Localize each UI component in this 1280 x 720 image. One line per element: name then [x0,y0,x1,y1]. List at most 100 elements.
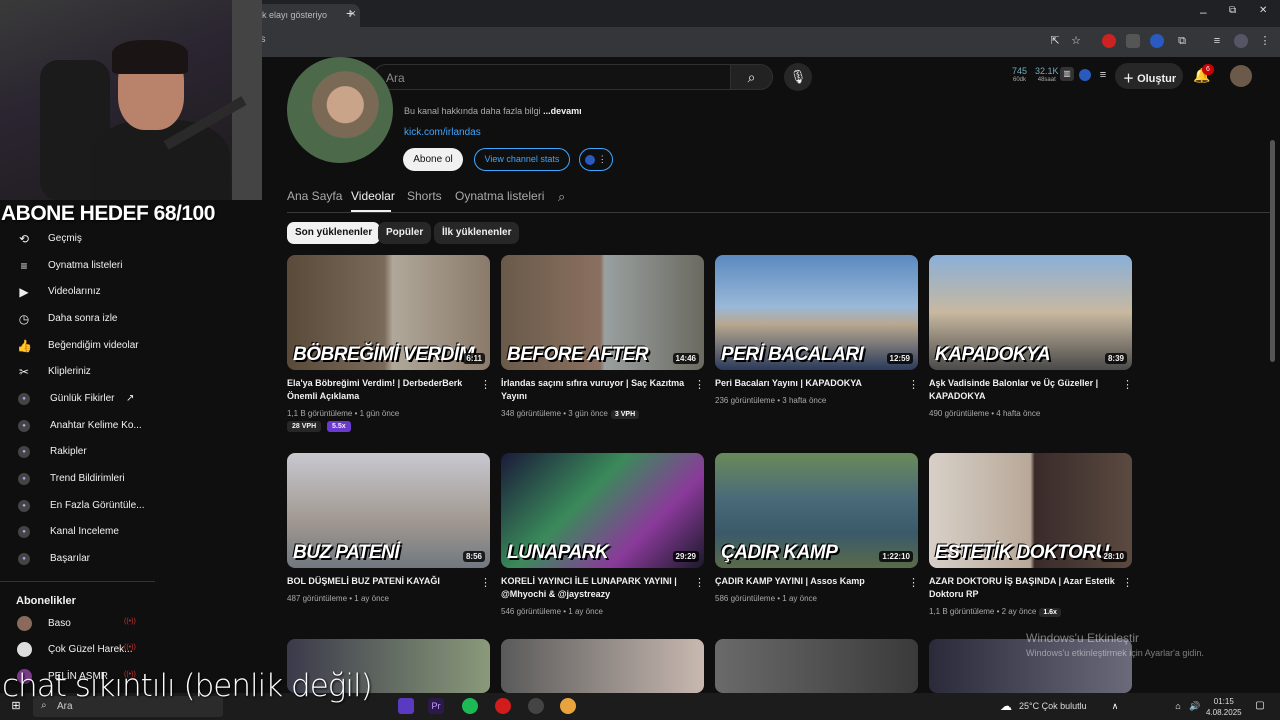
tab-playlists[interactable]: Oynatma listeleri [455,189,544,203]
video-thumbnail[interactable]: BUZ PATENİ 8:56 [287,453,490,568]
network-icon[interactable]: ⌂ [1170,698,1186,714]
vidiq-menu-button[interactable]: ⋮ [579,148,613,171]
video-menu-icon[interactable]: ⋮ [908,576,919,589]
video-title[interactable]: ÇADIR KAMP YAYINI | Assos Kamp [715,575,903,588]
sidebar-tool-competitors[interactable]: ● Rakipler [0,439,240,465]
subscription-item[interactable]: Çok Güzel Harek... ((•)) [0,637,240,663]
channel-link[interactable]: kick.com/irlandas [404,127,481,138]
video-menu-icon[interactable]: ⋮ [480,378,491,391]
page-scrollbar[interactable] [1270,140,1275,362]
video-menu-icon[interactable]: ⋮ [694,378,705,391]
extensions-puzzle-icon[interactable]: ⧉ [1175,34,1189,48]
sidebar-item-label: Geçmiş [48,233,82,244]
tab-home[interactable]: Ana Sayfa [287,189,342,203]
video-title[interactable]: AZAR DOKTORU İŞ BAŞINDA | Azar Estetik D… [929,575,1117,601]
sidebar-item-liked-videos[interactable]: 👍 Beğendiğim videolar [0,333,240,359]
sidebar-item-your-videos[interactable]: ▶ Videolarınız [0,279,240,305]
subscription-item[interactable]: Baso ((•)) [0,611,240,637]
app-icon[interactable] [398,698,414,714]
extension-opera-icon[interactable] [1102,34,1116,48]
user-avatar[interactable] [1230,65,1252,87]
video-title[interactable]: Aşk Vadisinde Balonlar ve Üç Güzeller | … [929,377,1117,403]
history-icon: ⟲ [18,232,30,246]
video-thumbnail[interactable] [501,639,704,693]
video-thumbnail[interactable]: PERİ BACALARI 12:59 [715,255,918,370]
taskbar-clock[interactable]: 01:15 4.08.2025 [1206,696,1242,718]
channel-search-icon[interactable]: ⌕ [558,189,565,205]
video-views-age: 546 görüntüleme • 1 ay önce [501,607,603,616]
about-more-link[interactable]: ...devamı [543,106,582,116]
weather-text[interactable]: 25°C Çok bulutlu [1019,701,1087,711]
tray-chevron-icon[interactable]: ∧ [1107,698,1123,714]
chrome-icon[interactable] [560,698,576,714]
opera-icon[interactable] [495,698,511,714]
browser-menu-icon[interactable]: ⋮ [1258,34,1272,48]
chart-icon[interactable]: ▥ [1060,67,1074,81]
bookmark-star-icon[interactable]: ☆ [1069,34,1083,48]
vidiq-icon[interactable] [1079,69,1091,81]
video-title[interactable]: İrlandas saçını sıfıra vuruyor | Saç Kaz… [501,377,689,403]
stat-label: 60dk [1013,77,1027,83]
video-views-age: 487 görüntüleme • 1 ay önce [287,594,389,603]
video-menu-icon[interactable]: ⋮ [1122,378,1133,391]
reading-list-icon[interactable]: ≡ [1210,34,1224,48]
sidebar-tool-most-viewed[interactable]: ● En Fazla Görüntüle... [0,493,240,519]
sidebar-item-watch-later[interactable]: ◷ Daha sonra izle [0,306,240,332]
video-thumbnail[interactable]: LUNAPARK 29:29 [501,453,704,568]
video-duration: 6:11 [463,353,485,364]
chip-popular[interactable]: Popüler [378,222,432,244]
video-title[interactable]: BOL DÜŞMELİ BUZ PATENİ KAYAĞI [287,575,475,588]
chip-oldest[interactable]: İlk yüklenenler [434,222,520,244]
extension-shield-icon[interactable] [1126,34,1140,48]
search-input[interactable]: Ara [373,64,731,90]
search-button[interactable]: ⌕ [730,64,773,90]
streamer-body [90,120,230,200]
video-thumbnail[interactable]: ESTETİK DOKTORU 28:10 [929,453,1132,568]
sidebar-tool-keywords[interactable]: ● Anahtar Kelime Ko... [0,413,240,439]
video-menu-icon[interactable]: ⋮ [480,576,491,589]
thumbnail-text: KAPADOKYA [935,344,1051,365]
video-title[interactable]: KORELİ YAYINCI İLE LUNAPARK YAYINI | @Mh… [501,575,689,601]
minimize-button[interactable]: – [1200,5,1207,19]
video-thumbnail[interactable]: BEFORE AFTER 14:46 [501,255,704,370]
channel-avatar[interactable] [287,57,393,163]
subscribe-button[interactable]: Abone ol [403,148,463,171]
voice-search-button[interactable]: 🎙 [784,63,812,91]
video-menu-icon[interactable]: ⋮ [908,378,919,391]
create-button[interactable]: ＋ Oluştur [1115,63,1183,89]
outlier-score-badge: 5.5x [327,421,351,432]
restore-button[interactable]: ⧉ [1229,5,1236,16]
video-title[interactable]: Ela'ya Böbreğimi Verdim! | DerbederBerk … [287,377,475,403]
video-thumbnail[interactable]: BÖBREĞİMİ VERDİM 6:11 [287,255,490,370]
premiere-pro-icon[interactable]: Pr [428,698,444,714]
video-title[interactable]: Peri Bacaları Yayını | KAPADOKYA [715,377,903,390]
chip-latest[interactable]: Son yüklenenler [287,222,381,244]
profile-icon[interactable] [1234,34,1248,48]
sidebar-item-clips[interactable]: ✂ Klipleriniz [0,359,240,385]
sidebar-tool-trend-alerts[interactable]: ● Trend Bildirimleri [0,466,240,492]
video-menu-icon[interactable]: ⋮ [694,576,705,589]
volume-icon[interactable]: 🔊 [1187,698,1203,714]
video-menu-icon[interactable]: ⋮ [1122,576,1133,589]
video-thumbnail[interactable]: ÇADIR KAMP 1:22:10 [715,453,918,568]
notification-center-icon[interactable]: ▢ [1252,698,1268,714]
sidebar-item-history[interactable]: ⟲ Geçmiş [0,226,240,252]
extension-vidiq-icon[interactable] [1150,34,1164,48]
video-thumbnail[interactable] [715,639,918,693]
sidebar-tool-channel-audit[interactable]: ● Kanal Inceleme [0,519,240,545]
tab-videos[interactable]: Videolar [351,189,395,203]
video-thumbnail[interactable]: KAPADOKYA 8:39 [929,255,1132,370]
menu-icon[interactable]: ≡ [1096,68,1110,82]
sidebar-item-playlists[interactable]: ≡ Oynatma listeleri [0,253,240,279]
more-vert-icon: ⋮ [597,154,607,164]
spotify-icon[interactable] [462,698,478,714]
channel-about[interactable]: Bu kanal hakkında daha fazla bilgi ...de… [404,106,582,116]
install-app-icon[interactable]: ⇱ [1048,34,1062,48]
new-tab-button[interactable]: + [346,5,354,21]
obs-icon[interactable] [528,698,544,714]
sidebar-tool-daily-ideas[interactable]: ● Günlük Fikirler ↗ [0,386,240,412]
close-window-button[interactable]: ✕ [1259,5,1267,16]
view-channel-stats-button[interactable]: View channel stats [474,148,570,171]
sidebar-tool-achievements[interactable]: ● Başarılar [0,546,240,572]
tab-shorts[interactable]: Shorts [407,189,442,203]
